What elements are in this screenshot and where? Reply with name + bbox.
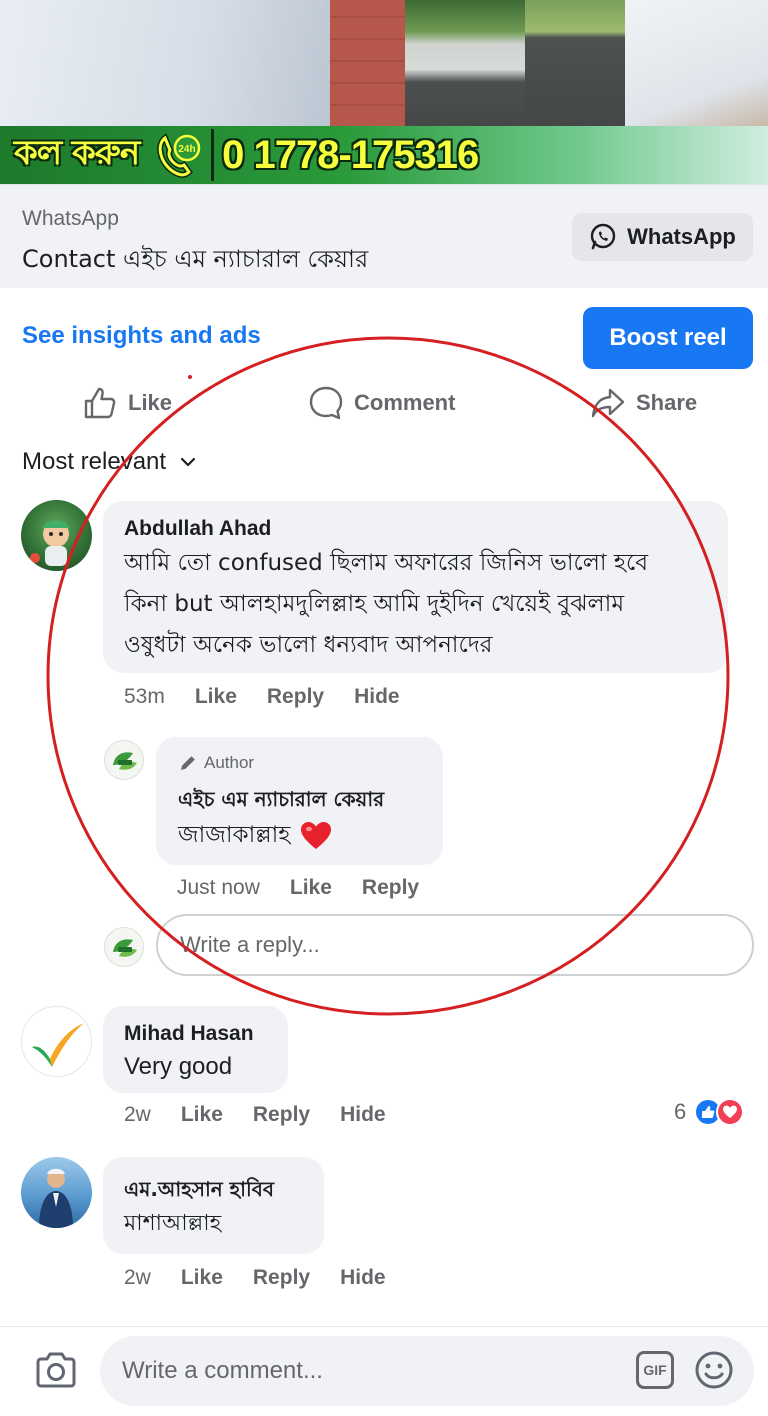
- comment-reply-button[interactable]: Reply: [253, 1266, 310, 1290]
- comment-hide-button[interactable]: Hide: [340, 1266, 386, 1290]
- avatar[interactable]: [21, 1157, 92, 1228]
- hours-badge: 24h: [179, 144, 196, 155]
- comment-hide-button[interactable]: Hide: [354, 685, 400, 709]
- comment-like-button[interactable]: Like: [181, 1103, 223, 1127]
- leaf-logo-icon: [113, 752, 137, 770]
- love-reaction-icon: [716, 1098, 745, 1126]
- avatar[interactable]: [21, 1006, 92, 1077]
- share-arrow-icon: [591, 388, 625, 418]
- page-avatar: [104, 927, 144, 967]
- comment-meta: 2w Like Reply Hide: [124, 1103, 386, 1127]
- boost-reel-button[interactable]: Boost reel: [583, 307, 753, 369]
- like-action-label: Like: [128, 390, 173, 415]
- like-action[interactable]: Like: [82, 383, 172, 423]
- comment-meta: 53m Like Reply Hide: [124, 685, 400, 709]
- reply-like-button[interactable]: Like: [290, 876, 332, 900]
- video-person-left: [0, 0, 330, 126]
- leaf-logo-icon: [113, 939, 137, 957]
- red-heart-icon: [301, 821, 332, 849]
- gif-button[interactable]: GIF: [636, 1351, 674, 1389]
- avatar-cartoon-icon: [30, 520, 69, 566]
- comment-reply-button[interactable]: Reply: [253, 1103, 310, 1127]
- comment-action[interactable]: Comment: [308, 383, 455, 423]
- comment-time: 2w: [124, 1266, 151, 1289]
- share-action-label: Share: [636, 390, 698, 415]
- comment-hide-button[interactable]: Hide: [340, 1103, 386, 1127]
- video-frame[interactable]: [0, 0, 768, 126]
- author-badge-label: Author: [204, 753, 255, 772]
- reply-time: Just now: [177, 876, 260, 899]
- comment-reply-button[interactable]: Reply: [267, 685, 324, 709]
- whatsapp-button-label: WhatsApp: [627, 224, 736, 249]
- avatar[interactable]: [21, 500, 92, 571]
- comment-time: 2w: [124, 1103, 151, 1126]
- sort-dropdown[interactable]: Most relevant: [22, 448, 196, 476]
- comment-author[interactable]: Mihad Hasan: [124, 1022, 254, 1046]
- banner-divider: [211, 129, 215, 181]
- cta-title: Contact এইচ এম ন্যাচারাল কেয়ার: [22, 245, 369, 273]
- comment-text-line: কিনা but আলহামদুলিল্লাহ আমি দুইদিন খেয়ে…: [124, 591, 625, 617]
- chevron-down-icon: [180, 457, 196, 467]
- phone-24h-icon: 24h: [153, 130, 205, 180]
- reply-input[interactable]: Write a reply...: [156, 914, 754, 976]
- reply-author[interactable]: এইচ এম ন্যাচারাল কেয়ার: [178, 785, 384, 818]
- comment-like-button[interactable]: Like: [181, 1266, 223, 1290]
- reply-input-placeholder: Write a reply...: [180, 932, 320, 957]
- reply-reply-button[interactable]: Reply: [362, 876, 419, 900]
- sort-label: Most relevant: [22, 448, 167, 475]
- share-action[interactable]: Share: [590, 383, 697, 423]
- comment-bubble-icon: [309, 386, 343, 420]
- person-photo-icon: [39, 1168, 73, 1228]
- pencil-icon: [181, 756, 195, 770]
- comment-text-line: ওষুধটা অনেক ভালো ধন্যবাদ আপনাদের: [124, 632, 493, 658]
- video-person-right: [625, 0, 768, 126]
- comment-time: 53m: [124, 685, 165, 708]
- video-road: [525, 0, 625, 126]
- author-badge: Author: [178, 753, 254, 773]
- comment-bubble: Abdullah Ahad আমি তো confused ছিলাম অফার…: [103, 501, 728, 673]
- comment-meta: 2w Like Reply Hide: [124, 1266, 386, 1290]
- comment-text: আমি তো confused ছিলাম অফারের জিনিস ভালো …: [124, 543, 648, 666]
- video-garden: [405, 0, 525, 126]
- reply-bubble: Author এইচ এম ন্যাচারাল কেয়ার জাজাকাল্ল…: [156, 737, 443, 865]
- video-brick-wall: [330, 0, 405, 126]
- cta-platform-label: WhatsApp: [22, 207, 119, 230]
- reaction-count: 6: [674, 1099, 687, 1124]
- call-banner: কল করুন 24h 0 1778-175316: [0, 126, 768, 184]
- thumbs-up-icon: [84, 387, 116, 419]
- reply-text: জাজাকাল্লাহ: [178, 815, 332, 856]
- emoji-icon[interactable]: [694, 1350, 734, 1390]
- comment-action-label: Comment: [354, 390, 456, 415]
- reaction-summary[interactable]: 6: [674, 1098, 745, 1126]
- see-insights-link[interactable]: See insights and ads: [22, 322, 261, 350]
- comment-like-button[interactable]: Like: [195, 685, 237, 709]
- call-text: কল করুন: [14, 132, 140, 173]
- reply-meta: Just now Like Reply: [177, 876, 419, 900]
- comment-text-line: আমি তো confused ছিলাম অফারের জিনিস ভালো …: [124, 550, 648, 576]
- comment-input-placeholder: Write a comment...: [122, 1357, 323, 1384]
- page-avatar[interactable]: [104, 740, 144, 780]
- comment-bubble: Mihad Hasan Very good: [103, 1006, 288, 1093]
- comment-text: Very good: [124, 1053, 233, 1080]
- comment-bubble: এম.আহসান হাবিব মাশাআল্লাহ: [103, 1157, 324, 1254]
- phone-number[interactable]: 0 1778-175316: [222, 133, 479, 178]
- whatsapp-icon: [590, 223, 616, 250]
- checkmark-logo-icon: [32, 1023, 84, 1067]
- whatsapp-button[interactable]: WhatsApp: [572, 213, 753, 261]
- reply-text-content: জাজাকাল্লাহ: [178, 822, 291, 848]
- comment-author[interactable]: Abdullah Ahad: [124, 517, 271, 541]
- camera-icon[interactable]: [34, 1348, 78, 1392]
- comment-text: মাশাআল্লাহ: [124, 1211, 222, 1236]
